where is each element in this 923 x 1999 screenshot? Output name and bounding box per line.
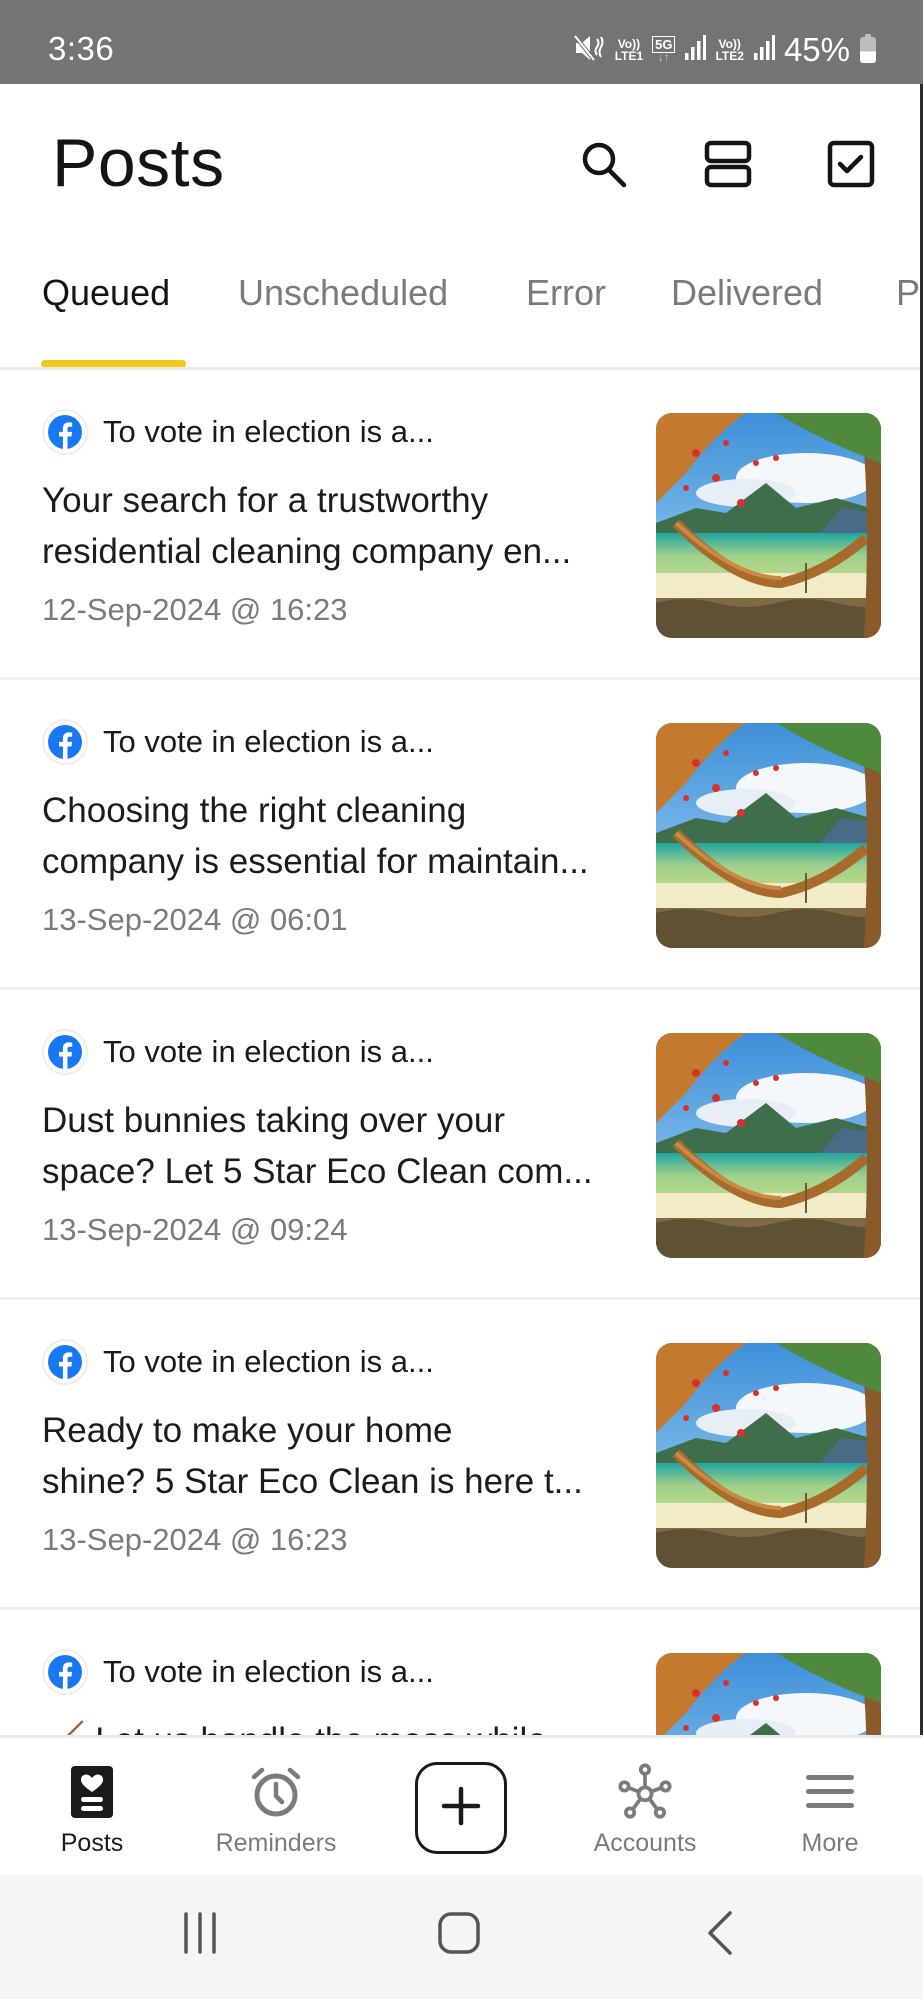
nav-accounts-label: Accounts [593, 1829, 697, 1857]
layout-toggle-icon [704, 140, 752, 193]
post-thumbnail [656, 1343, 881, 1568]
post-title: To vote in election is a... [103, 724, 434, 759]
lte2-label: LTE2 [715, 49, 744, 63]
status-icons: Vo)) LTE1 5G ↓↑ Vo)) LTE2 45% [572, 30, 876, 70]
tab-queued[interactable]: Queued [42, 272, 170, 314]
post-date: 12-Sep-2024 @ 16:23 [42, 592, 348, 627]
posts-icon [64, 1764, 120, 1820]
nav-accounts[interactable]: Accounts [570, 1738, 720, 1875]
post-card[interactable]: To vote in election is a... Dust bunnies… [0, 990, 920, 1300]
facebook-icon [42, 409, 88, 455]
status-time: 3:36 [48, 30, 115, 67]
status-bar: 3:36 Vo)) LTE1 5G ↓↑ Vo)) LTE2 45% [0, 0, 923, 84]
tab-partial[interactable]: Po [896, 272, 923, 314]
post-body-line: space? Let 5 Star Eco Clean com... [42, 1152, 593, 1191]
post-body: Dust bunnies taking over your space? Let… [42, 1095, 642, 1197]
post-thumbnail [656, 1033, 881, 1258]
nav-posts-label: Posts [60, 1829, 124, 1857]
signal-2-icon [753, 34, 775, 66]
home-icon [438, 1911, 480, 1959]
post-title: To vote in election is a... [103, 1034, 434, 1069]
post-date: 13-Sep-2024 @ 09:24 [42, 1212, 348, 1247]
network-5g-indicator: 5G ↓↑ [652, 35, 676, 64]
post-body-line: Your search for a trustworthy [42, 481, 489, 520]
post-card[interactable]: To vote in election is a... Your search … [0, 370, 920, 680]
post-body-line: residential cleaning company en... [42, 532, 572, 571]
beach-hammock-image [656, 413, 881, 638]
post-body-line: Ready to make your home [42, 1411, 453, 1450]
app-header: Posts [0, 84, 923, 234]
select-button[interactable] [827, 140, 875, 193]
nav-posts[interactable]: Posts [17, 1738, 167, 1875]
post-card[interactable]: To vote in election is a... 🧹 Let us han… [0, 1610, 920, 1735]
home-button[interactable] [435, 1911, 483, 1959]
tab-unscheduled[interactable]: Unscheduled [238, 272, 448, 314]
post-thumbnail [656, 413, 881, 638]
nav-reminders[interactable]: Reminders [201, 1738, 351, 1875]
post-body: Choosing the right cleaning company is e… [42, 785, 642, 887]
select-checkbox-icon [827, 140, 875, 193]
nav-more[interactable]: More [755, 1738, 905, 1875]
post-title: To vote in election is a... [103, 1654, 434, 1689]
post-body-line: company is essential for maintain... [42, 842, 589, 881]
tab-error[interactable]: Error [526, 272, 606, 314]
post-body: 🧹 Let us handle the mess while... [42, 1715, 642, 1735]
alarm-clock-icon [248, 1764, 304, 1820]
post-thumbnail [656, 723, 881, 948]
status-tabs: Queued Unscheduled Error Delivered Po [0, 260, 923, 370]
facebook-icon [42, 1029, 88, 1075]
data-arrows-icon: ↓↑ [657, 49, 670, 64]
post-card[interactable]: To vote in election is a... Choosing the… [0, 680, 920, 990]
search-icon [580, 140, 628, 193]
plus-icon [441, 1786, 481, 1831]
back-icon [706, 1910, 734, 1960]
tab-delivered[interactable]: Delivered [671, 272, 823, 314]
post-body-line: Dust bunnies taking over your [42, 1101, 506, 1140]
bottom-navigation: Posts Reminders Accounts More [0, 1735, 923, 1875]
signal-1-icon [684, 34, 707, 66]
mute-vibrate-icon [572, 33, 606, 68]
beach-hammock-image [656, 1343, 881, 1568]
post-card[interactable]: To vote in election is a... Ready to mak… [0, 1300, 920, 1610]
facebook-icon [42, 719, 88, 765]
lte1-label: LTE1 [614, 49, 644, 63]
post-body-line: shine? 5 Star Eco Clean is here t... [42, 1462, 583, 1501]
system-navigation-bar [0, 1875, 923, 1999]
post-body-line: 🧹 Let us handle the mess while... [42, 1715, 642, 1735]
volte1-indicator: Vo)) LTE1 [615, 38, 643, 62]
post-body: Ready to make your home shine? 5 Star Ec… [42, 1405, 642, 1507]
post-body: Your search for a trustworthy residentia… [42, 475, 642, 577]
active-tab-indicator [41, 360, 186, 367]
post-thumbnail [656, 1653, 881, 1735]
add-post-button[interactable] [415, 1762, 507, 1854]
menu-icon [802, 1764, 858, 1820]
post-date: 13-Sep-2024 @ 06:01 [42, 902, 348, 937]
recents-button[interactable] [176, 1911, 224, 1959]
nav-reminders-label: Reminders [215, 1829, 337, 1857]
search-button[interactable] [580, 142, 628, 190]
battery-icon [860, 34, 876, 63]
facebook-icon [42, 1339, 88, 1385]
beach-hammock-image [656, 1033, 881, 1258]
battery-percent: 45% [783, 31, 850, 68]
accounts-network-icon [617, 1763, 673, 1820]
beach-hammock-image [656, 723, 881, 948]
post-date: 13-Sep-2024 @ 16:23 [42, 1522, 348, 1557]
recents-icon [180, 1911, 220, 1959]
post-title: To vote in election is a... [103, 1344, 434, 1379]
post-title: To vote in election is a... [103, 414, 434, 449]
layout-toggle-button[interactable] [704, 140, 752, 193]
nav-more-label: More [801, 1829, 859, 1857]
back-button[interactable] [700, 1910, 740, 1960]
post-list[interactable]: To vote in election is a... Your search … [0, 370, 920, 1735]
post-body-line: Choosing the right cleaning [42, 791, 467, 830]
beach-hammock-image [656, 1653, 881, 1735]
facebook-icon [42, 1649, 88, 1695]
page-title: Posts [52, 125, 225, 201]
volte2-indicator: Vo)) LTE2 [715, 38, 743, 62]
